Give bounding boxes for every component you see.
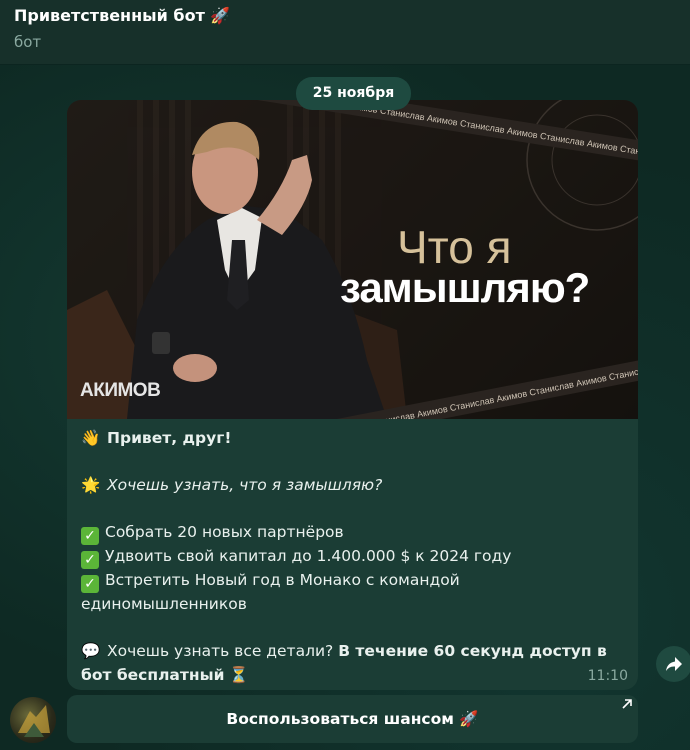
- message-time: 11:10: [587, 668, 628, 684]
- external-arrow-icon: [622, 699, 632, 709]
- check-mark-icon: ✓: [81, 551, 99, 569]
- image-logo: АКИМОВ: [80, 380, 161, 401]
- inline-keyboard-button[interactable]: Воспользоваться шансом 🚀: [67, 695, 638, 743]
- goal-item: ✓ Встретить Новый год в Монако с командой…: [81, 569, 626, 617]
- inline-button-label: Воспользоваться шансом 🚀: [226, 710, 479, 728]
- image-title-line2: замышляю?: [340, 264, 590, 311]
- image-artwork: Станислав Акимов Станислав Акимов Станис…: [67, 100, 638, 419]
- check-mark-icon: ✓: [81, 575, 99, 593]
- forward-button[interactable]: [656, 646, 690, 682]
- check-mark-icon: ✓: [81, 527, 99, 545]
- chat-title: Приветственный бот 🚀: [14, 6, 231, 25]
- question-line: 🌟 Хочешь узнать, что я замышляю?: [81, 474, 626, 498]
- chat-subtitle: бот: [14, 33, 42, 51]
- goal-text: Встретить Новый год в Монако с командой …: [81, 571, 460, 613]
- goal-item: ✓ Собрать 20 новых партнёров: [81, 521, 626, 545]
- goal-item: ✓ Удвоить свой капитал до 1.400.000 $ к 2…: [81, 545, 626, 569]
- greeting-line: 👋 Привет, друг!: [81, 427, 626, 451]
- message-text: 👋 Привет, друг! 🌟 Хочешь узнать, что я зам…: [81, 427, 626, 687]
- question-text: Хочешь узнать, что я замышляю?: [107, 476, 383, 494]
- message-bubble[interactable]: Станислав Акимов Станислав Акимов Станис…: [67, 100, 638, 690]
- avatar-image: [18, 705, 50, 737]
- chat-header[interactable]: Приветственный бот 🚀 бот: [0, 0, 690, 65]
- waving-hand-icon: 👋: [81, 429, 101, 447]
- date-separator: 25 ноября: [296, 77, 411, 110]
- hourglass-icon: ⏳: [229, 665, 249, 684]
- forward-arrow-icon: [666, 657, 682, 671]
- detail-line: 💬 Хочешь узнать все детали? В течение 60 …: [81, 640, 626, 687]
- star-icon: 🌟: [81, 476, 101, 494]
- message-image[interactable]: Станислав Акимов Станислав Акимов Станис…: [67, 100, 638, 419]
- speech-bubble-icon: 💬: [81, 642, 101, 660]
- goal-text: Удвоить свой капитал до 1.400.000 $ к 20…: [105, 547, 512, 565]
- bot-avatar[interactable]: [10, 697, 56, 743]
- detail-text: Хочешь узнать все детали?: [107, 642, 339, 660]
- greeting-text: Привет, друг!: [107, 429, 232, 447]
- goal-text: Собрать 20 новых партнёров: [105, 523, 344, 541]
